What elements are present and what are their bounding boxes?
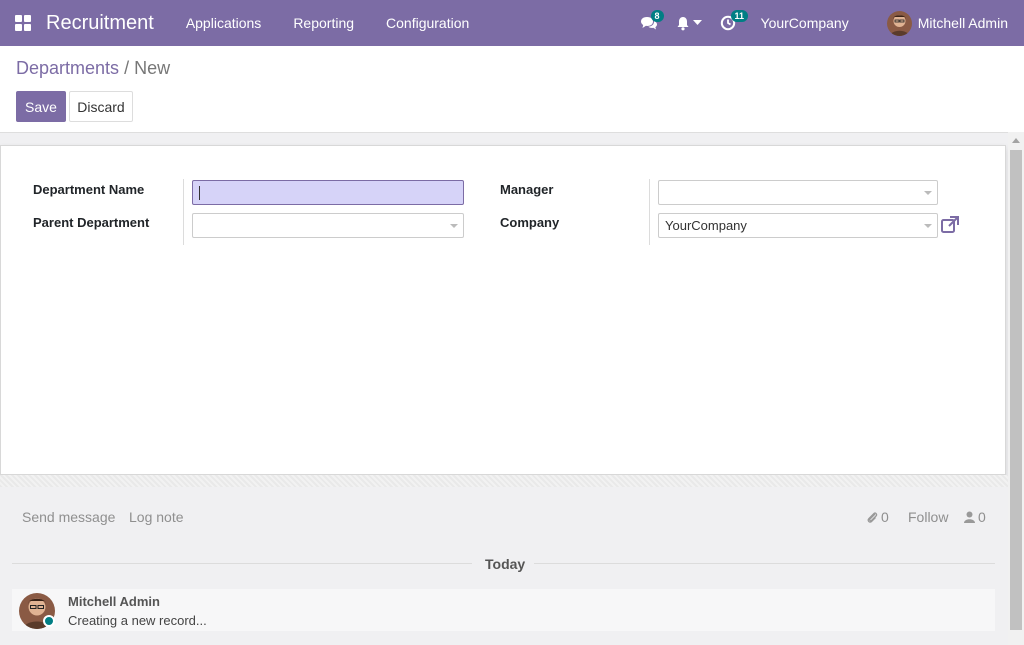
label-divider-right <box>649 179 650 245</box>
messages-badge: 8 <box>650 10 664 22</box>
date-separator: Today <box>485 556 526 572</box>
text-cursor <box>199 185 200 200</box>
discard-button[interactable]: Discard <box>69 91 133 122</box>
user-avatar <box>886 10 912 36</box>
breadcrumb-separator: / <box>124 58 130 78</box>
caret-down-icon <box>692 20 702 25</box>
activities-badge: 11 <box>730 10 749 22</box>
dropdown-arrow-icon <box>450 224 458 228</box>
chatter-message: Mitchell Admin Creating a new record... <box>12 589 995 631</box>
department-name-input[interactable] <box>192 180 464 205</box>
menu-configuration[interactable]: Configuration <box>370 15 485 31</box>
attachments-count: 0 <box>881 509 889 525</box>
company-select[interactable]: YourCompany <box>658 213 938 238</box>
manager-label: Manager <box>500 182 554 197</box>
parent-department-label: Parent Department <box>33 215 150 230</box>
menu-applications[interactable]: Applications <box>170 15 278 31</box>
attachments-button[interactable]: 0 <box>866 509 889 525</box>
user-name: Mitchell Admin <box>917 15 1008 31</box>
user-icon <box>964 511 975 523</box>
vertical-scrollbar[interactable] <box>1008 132 1024 645</box>
company-switcher[interactable]: YourCompany <box>745 15 867 31</box>
dropdown-arrow-icon <box>924 224 932 228</box>
followers-count: 0 <box>978 509 986 525</box>
activities-menu[interactable]: 11 <box>711 0 749 46</box>
send-message-button[interactable]: Send message <box>22 509 115 525</box>
main-menu: Applications Reporting Configuration <box>170 15 485 31</box>
parent-department-select[interactable] <box>192 213 464 238</box>
company-label: Company <box>500 215 560 230</box>
messaging-menu[interactable]: 8 <box>631 0 667 46</box>
followers-button[interactable]: 0 <box>964 509 986 525</box>
message-author[interactable]: Mitchell Admin <box>68 594 160 609</box>
dropdown-arrow-icon <box>924 191 932 195</box>
external-link-icon[interactable] <box>940 215 960 235</box>
save-button[interactable]: Save <box>16 91 66 122</box>
grid-icon <box>15 15 31 31</box>
date-divider-line <box>12 563 472 564</box>
breadcrumb-current: New <box>134 58 171 78</box>
menu-reporting[interactable]: Reporting <box>277 15 370 31</box>
department-name-label: Department Name <box>33 182 145 197</box>
top-navbar: Recruitment Applications Reporting Confi… <box>0 0 1024 46</box>
notifications-menu[interactable] <box>667 0 711 46</box>
breadcrumb: Departments / New <box>16 58 170 79</box>
date-divider-line <box>534 563 995 564</box>
scrollbar-thumb[interactable] <box>1010 150 1022 630</box>
label-divider <box>183 179 184 245</box>
message-body: Creating a new record... <box>68 613 207 628</box>
scroll-up-arrow-icon[interactable] <box>1012 138 1020 143</box>
sheet-divider <box>0 475 1008 487</box>
manager-select[interactable] <box>658 180 938 205</box>
follow-button[interactable]: Follow <box>908 509 948 525</box>
paperclip-icon <box>867 512 878 523</box>
user-menu[interactable]: Mitchell Admin <box>867 10 1024 36</box>
app-title[interactable]: Recruitment <box>46 12 154 35</box>
breadcrumb-departments[interactable]: Departments <box>16 58 119 78</box>
online-status-icon <box>43 615 55 627</box>
bell-icon <box>677 16 689 30</box>
company-value: YourCompany <box>665 218 747 233</box>
apps-menu-button[interactable] <box>0 0 46 46</box>
log-note-button[interactable]: Log note <box>129 509 184 525</box>
